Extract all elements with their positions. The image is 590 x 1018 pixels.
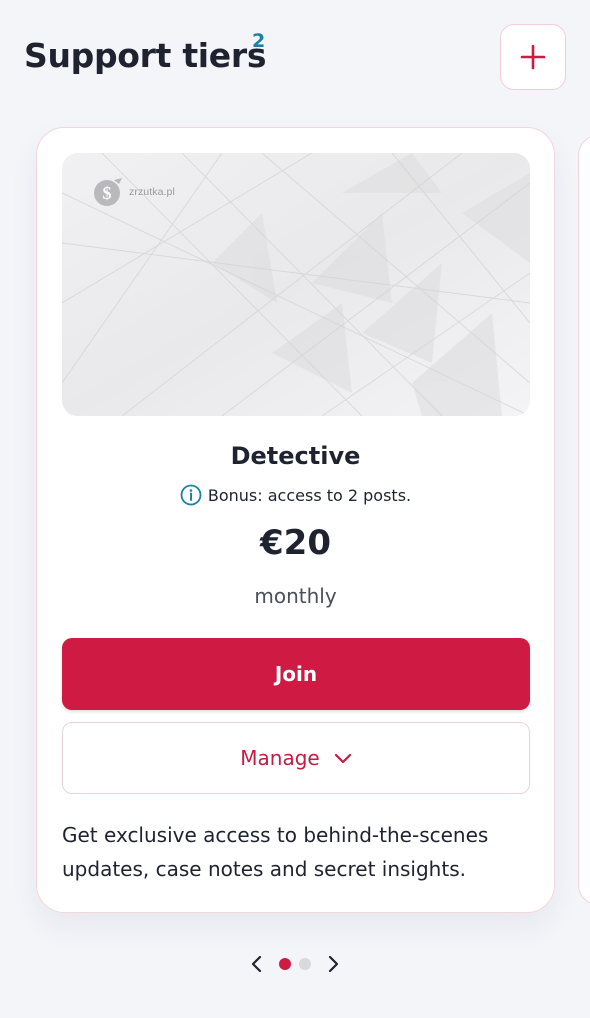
bonus-text: Bonus: access to 2 posts. xyxy=(207,485,412,505)
tier-bonus: Bonus: access to 2 posts. xyxy=(37,484,554,506)
chevron-down-icon xyxy=(334,753,351,764)
tier-period: monthly xyxy=(254,584,337,608)
prev-tier-button[interactable] xyxy=(239,950,275,978)
tier-price: €20 xyxy=(260,523,331,563)
tier-image: $ zrzutka.pl xyxy=(62,153,530,416)
carousel-pager xyxy=(0,950,590,978)
info-icon xyxy=(180,484,202,506)
pager-dot-2[interactable] xyxy=(299,958,311,970)
manage-label: Manage xyxy=(240,746,320,770)
next-tier-button[interactable] xyxy=(315,950,351,978)
pager-dot-1[interactable] xyxy=(279,958,291,970)
tier-count-badge: 2 xyxy=(252,30,266,52)
page-header: Support tiers 2 xyxy=(24,24,566,92)
page-title: Support tiers xyxy=(24,36,267,75)
next-tier-card-peek[interactable] xyxy=(578,135,590,905)
manage-button[interactable]: Manage xyxy=(62,722,530,794)
chevron-left-icon xyxy=(251,955,262,973)
tier-name: Detective xyxy=(230,442,361,470)
tier-card: $ zrzutka.pl Detective Bonus: access to … xyxy=(36,127,555,913)
svg-text:$: $ xyxy=(103,183,112,203)
chevron-right-icon xyxy=(328,955,339,973)
plus-icon xyxy=(520,44,546,70)
zrzutka-logo: $ zrzutka.pl xyxy=(92,177,175,207)
add-tier-button[interactable] xyxy=(500,24,566,90)
join-button[interactable]: Join xyxy=(62,638,530,710)
tier-description: Get exclusive access to behind-the-scene… xyxy=(62,823,489,881)
